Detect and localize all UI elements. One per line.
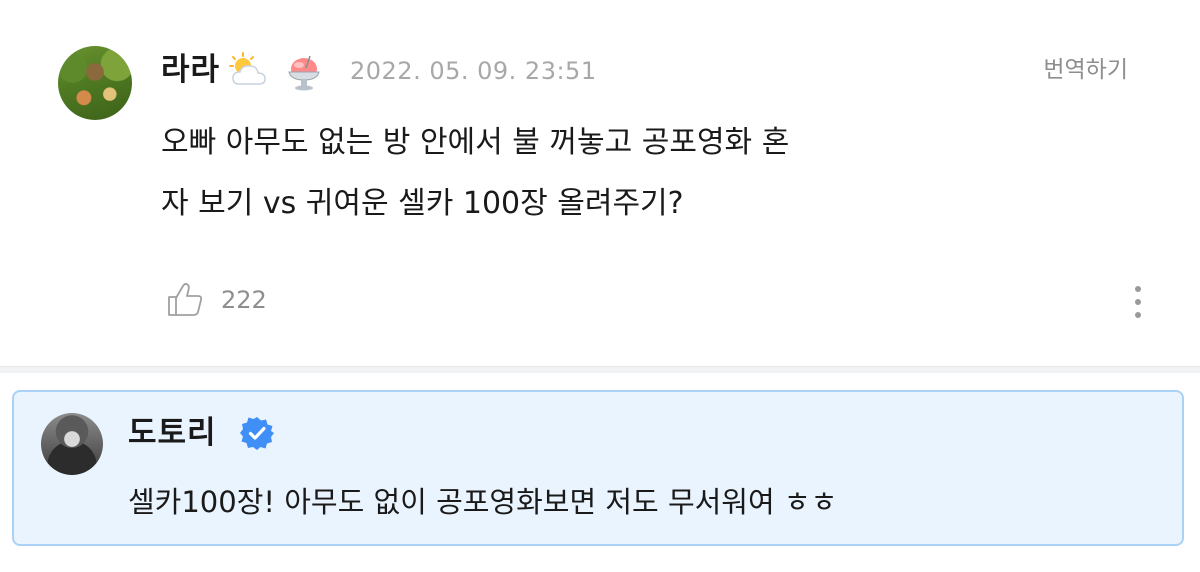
like-count: 222 (221, 286, 267, 314)
section-divider (0, 366, 1200, 373)
sun-behind-cloud-emoji (229, 52, 266, 85)
translate-button[interactable]: 번역하기 (1043, 56, 1128, 84)
reply-username[interactable]: 도토리 (128, 414, 217, 452)
comment-timestamp: 2022. 05. 09. 23:51 (350, 57, 597, 85)
verified-badge-icon (240, 417, 274, 450)
comment-body-line: 오빠 아무도 없는 방 안에서 불 꺼놓고 공포영화 혼 (161, 125, 790, 160)
fan-comment: 라라 2022. 05. 09. 23:51 번역하기 오빠 아무도 없는 방 … (0, 0, 1200, 366)
vertical-ellipsis-icon (1135, 286, 1141, 292)
vertical-ellipsis-icon (1135, 312, 1141, 318)
reply-body: 셀카100장! 아무도 없이 공포영화보면 저도 무서워여 ㅎㅎ (128, 485, 838, 519)
comment-body-line: 자 보기 vs 귀여운 셀카 100장 올려주기? (161, 186, 684, 221)
like-row: 222 (166, 280, 267, 320)
comment-username[interactable]: 라라 (161, 52, 220, 88)
artist-reply: 도토리 셀카100장! 아무도 없이 공포영화보면 저도 무서워여 ㅎㅎ (12, 390, 1184, 546)
artist-avatar[interactable] (41, 413, 103, 475)
user-avatar[interactable] (58, 46, 132, 120)
comment-thread: 라라 2022. 05. 09. 23:51 번역하기 오빠 아무도 없는 방 … (0, 0, 1200, 572)
shaved-ice-emoji (288, 55, 320, 91)
thumbs-up-icon[interactable] (166, 281, 204, 319)
more-options-button[interactable] (1124, 282, 1152, 322)
comment-body: 오빠 아무도 없는 방 안에서 불 꺼놓고 공포영화 혼 자 보기 vs 귀여운… (161, 112, 981, 234)
vertical-ellipsis-icon (1135, 299, 1141, 305)
